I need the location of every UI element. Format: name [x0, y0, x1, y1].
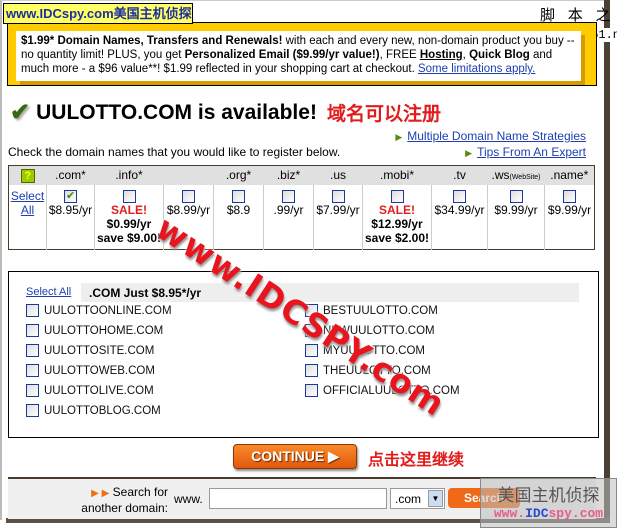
tld-checkbox[interactable]: [509, 189, 523, 203]
tld-header: .us: [313, 165, 363, 185]
promo-banner: $1.99* Domain Names, Transfers and Renew…: [7, 22, 597, 86]
suggestion-checkbox[interactable]: [26, 304, 39, 317]
promo-text: $1.99* Domain Names, Transfers and Renew…: [16, 31, 581, 81]
annotation-click-continue: 点击这里继续: [368, 450, 465, 469]
tld-header: .info*: [94, 165, 164, 185]
page-title: UULOTTO.COM is available!: [36, 100, 317, 124]
suggestion-item[interactable]: UULOTTOWEB.COM: [26, 364, 155, 377]
availability-heading: ✔ UULOTTO.COM is available! 域名可以注册: [10, 98, 441, 127]
tld-cell: $8.95/yr: [46, 184, 95, 250]
arrow-right-icon: ▶: [395, 132, 403, 142]
tld-checkbox[interactable]: [563, 189, 576, 203]
arrow-right-icon: ▶: [465, 148, 473, 158]
suggestion-checkbox[interactable]: [26, 404, 39, 417]
tld-checkbox[interactable]: [331, 189, 345, 203]
tld-header: [163, 165, 214, 185]
tld-header: .com*: [46, 165, 95, 185]
tld-header: .ws(WebSite): [487, 165, 545, 185]
suggestion-checkbox[interactable]: [305, 384, 318, 397]
annotation-registerable: 域名可以注册: [326, 103, 441, 125]
suggestion-checkbox[interactable]: [26, 344, 39, 357]
continue-button[interactable]: CONTINUE ▶: [233, 444, 357, 469]
tld-checkbox[interactable]: [453, 189, 466, 203]
tld-cell: $34.99/yr: [431, 184, 488, 250]
suggestion-item[interactable]: UULOTTOBLOG.COM: [26, 404, 161, 417]
checkmark-icon: ✔: [10, 99, 31, 126]
suggestion-item[interactable]: UULOTTOHOME.COM: [26, 324, 163, 337]
select-all-tlds-link[interactable]: Select All: [11, 189, 44, 217]
suggestion-item[interactable]: UULOTTOONLINE.COM: [26, 304, 172, 317]
watermark-bottom-right: 美国主机侦探 www.IDCspy.com: [480, 478, 617, 528]
tld-header: .biz*: [263, 165, 314, 185]
chevron-down-icon: ▼: [428, 490, 443, 507]
suggestion-checkbox[interactable]: [26, 384, 39, 397]
search-label: ▶ ▶ Search for another domain:: [81, 485, 168, 515]
tld-table: ? .com* .info* .org* .biz* .us .mobi* .tv .ws(We…: [8, 165, 595, 250]
www-prefix: www.: [174, 492, 203, 506]
tld-cell: $7.99/yr: [313, 184, 363, 250]
tld-checkbox[interactable]: [282, 189, 295, 203]
help-icon[interactable]: ?: [8, 165, 47, 185]
select-all-suggestions-link[interactable]: Select All: [26, 286, 71, 298]
watermark-top-left: www.IDCspy.com美国主机侦探: [3, 3, 193, 24]
tld-select[interactable]: .com ▼: [390, 488, 445, 509]
tld-cell: $9.99/yr: [544, 184, 595, 250]
suggestion-checkbox[interactable]: [26, 324, 39, 337]
tld-cell: $8.9: [213, 184, 264, 250]
suggestions-header: .COM Just $8.95*/yr: [81, 283, 579, 302]
help-links: ▶ Multiple Domain Name Strategies ▶ Tips F…: [395, 129, 586, 161]
suggestion-checkbox[interactable]: [305, 364, 318, 377]
tld-checkbox[interactable]: [122, 189, 136, 203]
suggestion-checkbox[interactable]: [26, 364, 39, 377]
tld-cell: .99/yr: [263, 184, 314, 250]
tld-checkbox[interactable]: [390, 189, 404, 203]
tld-checkbox[interactable]: [232, 189, 245, 203]
tld-cell: SALE! $12.99/yr save $2.00!: [362, 184, 432, 250]
instruction-text: Check the domain names that you would li…: [8, 145, 341, 159]
tld-checkbox[interactable]: [182, 189, 195, 203]
multiple-strategies-link[interactable]: Multiple Domain Name Strategies: [407, 129, 586, 143]
suggestion-item[interactable]: UULOTTOLIVE.COM: [26, 384, 154, 397]
suggestion-item[interactable]: UULOTTOSITE.COM: [26, 344, 154, 357]
tld-checkbox[interactable]: [64, 189, 77, 203]
arrow-right-icon: ▶ ▶: [91, 488, 110, 499]
tips-expert-link[interactable]: Tips From An Expert: [477, 145, 586, 159]
hosting-link[interactable]: Hosting: [420, 49, 463, 61]
tld-header: .name*: [544, 165, 595, 185]
tld-header: .org*: [213, 165, 264, 185]
domain-search-input[interactable]: [209, 488, 387, 509]
tld-header: .tv: [431, 165, 488, 185]
tld-cell: $9.99/yr: [487, 184, 545, 250]
limitations-link[interactable]: Some limitations apply.: [418, 63, 535, 75]
tld-header: .mobi*: [362, 165, 432, 185]
window-edge: [604, 0, 610, 522]
